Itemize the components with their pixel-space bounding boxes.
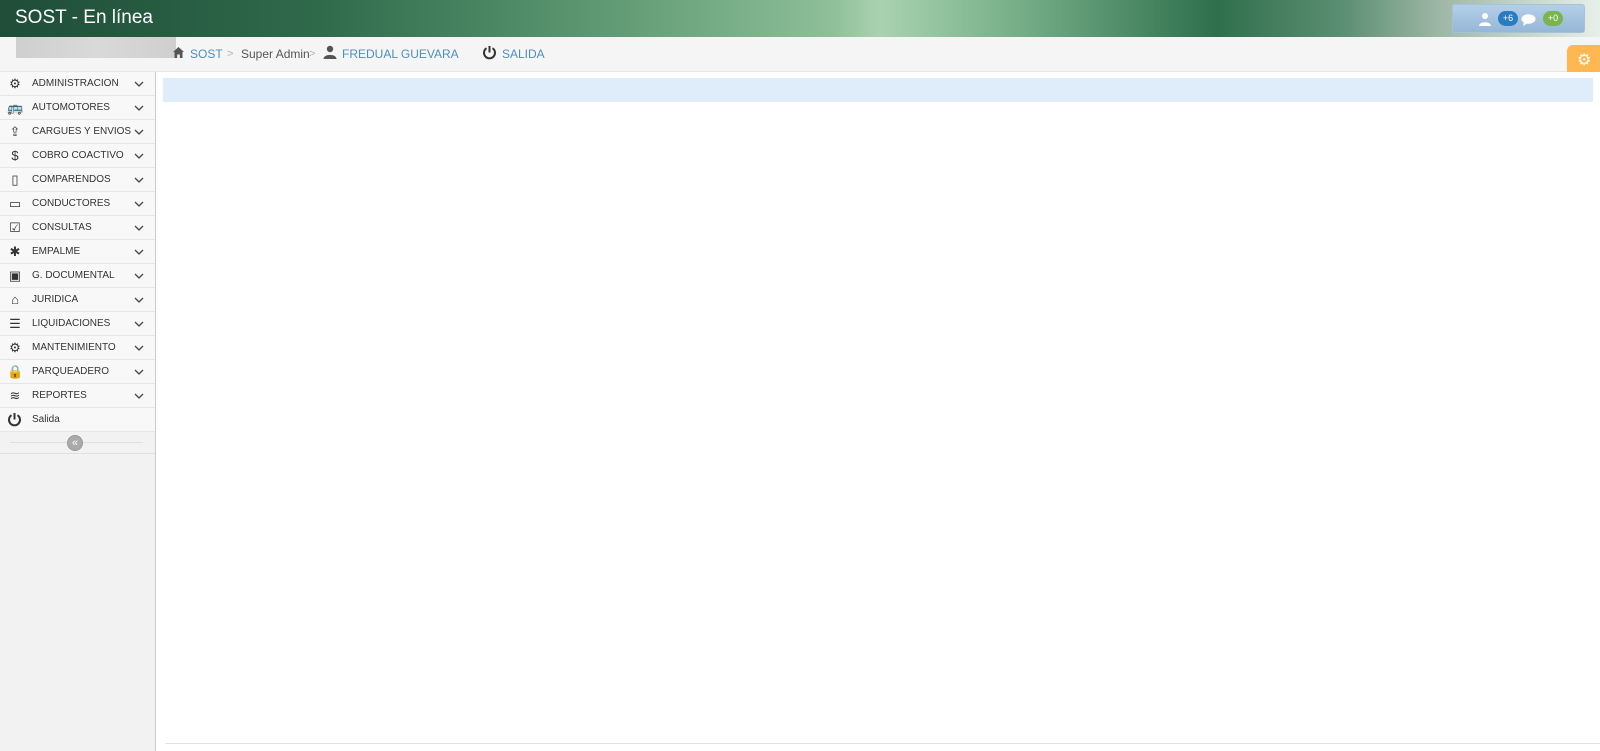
- bus-icon: 🚌: [7, 100, 24, 115]
- top-navbar: SOST - En línea +6 +0: [0, 0, 1600, 37]
- chevron-down-icon: [134, 129, 144, 135]
- sidebar-item-label: CONSULTAS: [32, 222, 92, 233]
- chevron-down-icon: [134, 393, 144, 399]
- sidebar-item-liquidaciones[interactable]: ☰ LIQUIDACIONES: [0, 312, 155, 336]
- cogs-icon: ⚙: [9, 76, 21, 91]
- power-icon[interactable]: [482, 45, 497, 60]
- sidebar-item-consultas[interactable]: ☑ CONSULTAS: [0, 216, 155, 240]
- chevron-down-icon: [134, 249, 144, 255]
- breadcrumb-role: Super Admin: [241, 47, 310, 61]
- chevron-down-icon: [134, 345, 144, 351]
- sidebar-item-comparendos[interactable]: ▯ COMPARENDOS: [0, 168, 155, 192]
- sidebar-item-conductores[interactable]: ▭ CONDUCTORES: [0, 192, 155, 216]
- sidebar-item-label: AUTOMOTORES: [32, 102, 110, 113]
- breadcrumb-separator: >: [227, 48, 234, 60]
- sidebar-item-label: CARGUES Y ENVIOS: [32, 126, 132, 137]
- breadcrumb-home-link[interactable]: SOST: [190, 46, 223, 62]
- chevron-down-icon: [134, 225, 144, 231]
- chevron-down-icon: [134, 201, 144, 207]
- sidebar-item-automotores[interactable]: 🚌 AUTOMOTORES: [0, 96, 155, 120]
- check-square-icon: ☑: [9, 220, 21, 235]
- breadcrumb-separator: >: [309, 48, 316, 60]
- sidebar-item-label: ADMINISTRACION: [32, 78, 119, 89]
- dollar-icon: $: [11, 148, 19, 163]
- home-icon: [173, 47, 184, 58]
- sidebar-item-cobro-coactivo[interactable]: $ COBRO COACTIVO: [0, 144, 155, 168]
- user-menu[interactable]: +6 +0: [1452, 4, 1585, 33]
- chevron-down-icon: [134, 177, 144, 183]
- archive-icon: ▣: [8, 268, 22, 283]
- bug-icon: ✱: [9, 244, 21, 259]
- chevron-down-icon: [134, 369, 144, 375]
- sidebar-item-cargues-y-envios[interactable]: ⇪ CARGUES Y ENVIOS: [0, 120, 155, 144]
- sidebar-item-label: COMPARENDOS: [32, 174, 111, 185]
- list-icon: ☰: [9, 316, 21, 331]
- alerts-badge[interactable]: +6: [1498, 11, 1518, 26]
- sidebar-item-administracion[interactable]: ⚙ ADMINISTRACION: [0, 72, 155, 96]
- footer-divider: [165, 743, 1600, 744]
- sidebar-item-salida[interactable]: Salida: [0, 408, 155, 432]
- sidebar-item-label: MANTENIMIENTO: [32, 342, 116, 353]
- breadcrumbs-bar: SOST > Super Admin > FREDUAL GUEVARA SAL…: [0, 37, 1600, 72]
- sidebar-item-label: PARQUEADERO: [32, 366, 110, 377]
- sidebar-menu: ⚙ ADMINISTRACION 🚌 AUTOMOTORES ⇪ CARGUES Y EN…: [0, 72, 155, 432]
- user-icon: [323, 45, 337, 59]
- brand-title[interactable]: SOST - En línea: [15, 6, 153, 30]
- sidebar-item-parqueadero[interactable]: 🔒 PARQUEADERO: [0, 360, 155, 384]
- sidebar-item-label: Salida: [32, 414, 60, 425]
- database-icon: ≋: [9, 388, 21, 403]
- sidebar-item-juridica[interactable]: ⌂ JURIDICA: [0, 288, 155, 312]
- cog-icon: ⚙: [1577, 52, 1592, 69]
- chevron-down-icon: [134, 153, 144, 159]
- sidebar-item-g-documental[interactable]: ▣ G. DOCUMENTAL: [0, 264, 155, 288]
- sidebar-collapse: «: [0, 432, 155, 454]
- credit-card-icon: ▭: [8, 196, 22, 211]
- double-angle-left-icon[interactable]: «: [67, 435, 83, 451]
- upload-icon: ⇪: [9, 124, 21, 139]
- sidebar-item-label: COBRO COACTIVO: [32, 150, 124, 161]
- messages-badge[interactable]: +0: [1543, 11, 1563, 26]
- tablet-icon: ▯: [11, 172, 19, 187]
- main-content: [157, 72, 1600, 751]
- chevron-down-icon: [134, 321, 144, 327]
- sidebar-item-reportes[interactable]: ≋ REPORTES: [0, 384, 155, 408]
- blurred-search-field: [16, 37, 176, 58]
- chevron-down-icon: [134, 297, 144, 303]
- chevron-down-icon: [134, 273, 144, 279]
- user-icon: [1479, 13, 1491, 26]
- chevron-down-icon: [134, 81, 144, 87]
- chevron-down-icon: [134, 105, 144, 111]
- sidebar-item-label: JURIDICA: [32, 294, 79, 305]
- sidebar-item-label: EMPALME: [32, 246, 81, 257]
- lock-icon: 🔒: [7, 364, 24, 379]
- sidebar-item-label: LIQUIDACIONES: [32, 318, 111, 329]
- power-icon: [8, 413, 21, 427]
- sidebar: ⚙ ADMINISTRACION 🚌 AUTOMOTORES ⇪ CARGUES Y EN…: [0, 72, 156, 751]
- logout-link[interactable]: SALIDA: [502, 46, 545, 62]
- sidebar-item-mantenimiento[interactable]: ⚙ MANTENIMIENTO: [0, 336, 155, 360]
- cog-icon: ⚙: [9, 340, 21, 355]
- breadcrumb-user-link[interactable]: FREDUAL GUEVARA: [342, 46, 459, 62]
- sidebar-item-label: REPORTES: [32, 390, 87, 401]
- info-alert-bar: [163, 78, 1593, 102]
- bank-icon: ⌂: [11, 292, 19, 307]
- comment-icon[interactable]: [1521, 14, 1536, 26]
- sidebar-item-label: G. DOCUMENTAL: [32, 270, 115, 281]
- sidebar-item-empalme[interactable]: ✱ EMPALME: [0, 240, 155, 264]
- sidebar-item-label: CONDUCTORES: [32, 198, 111, 209]
